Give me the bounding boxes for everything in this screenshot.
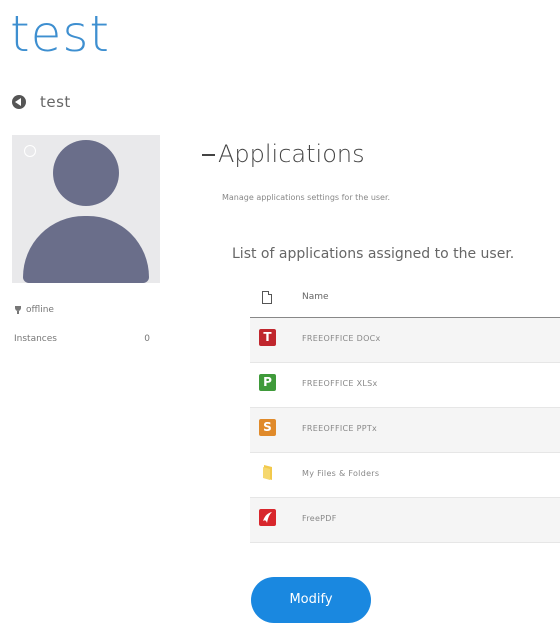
- modify-button[interactable]: Modify: [251, 577, 371, 623]
- freeoffice-planmaker-icon: P: [259, 374, 276, 391]
- plug-icon: [14, 306, 22, 314]
- back-arrow-icon[interactable]: [12, 95, 26, 109]
- page-title: test: [10, 5, 111, 63]
- list-heading: List of applications assigned to the use…: [232, 246, 515, 262]
- table-row[interactable]: P FREEOFFICE XLSx: [250, 363, 560, 408]
- applications-list: T FREEOFFICE DOCx P FREEOFFICE XLSx S FR…: [250, 318, 560, 543]
- back-link[interactable]: test: [12, 93, 71, 111]
- instances-row: Instances 0: [14, 334, 150, 344]
- folder-icon: [259, 464, 276, 481]
- app-name: FreePDF: [302, 514, 337, 523]
- user-status: offline: [14, 305, 54, 315]
- table-header: Name: [250, 283, 560, 319]
- avatar-head: [53, 140, 119, 206]
- instances-value: 0: [144, 334, 150, 344]
- table-row[interactable]: T FREEOFFICE DOCx: [250, 318, 560, 363]
- collapse-icon[interactable]: [202, 154, 215, 156]
- column-header-name[interactable]: Name: [302, 292, 329, 302]
- applications-section-toggle[interactable]: Applications: [202, 140, 365, 168]
- app-name: FREEOFFICE DOCx: [302, 334, 381, 343]
- avatar-status-icon: [24, 145, 36, 157]
- status-label: offline: [26, 305, 54, 315]
- freeoffice-presentations-icon: S: [259, 419, 276, 436]
- freeoffice-textmaker-icon: T: [259, 329, 276, 346]
- table-row[interactable]: S FREEOFFICE PPTx: [250, 408, 560, 453]
- section-title[interactable]: Applications: [218, 140, 365, 168]
- app-name: FREEOFFICE XLSx: [302, 379, 378, 388]
- table-row[interactable]: FreePDF: [250, 498, 560, 543]
- table-row[interactable]: My Files & Folders: [250, 453, 560, 498]
- freepdf-icon: [259, 509, 276, 526]
- file-icon: [262, 291, 272, 304]
- section-subtitle: Manage applications settings for the use…: [222, 193, 391, 202]
- user-avatar: [12, 135, 160, 283]
- instances-label: Instances: [14, 334, 57, 344]
- app-name: My Files & Folders: [302, 469, 380, 478]
- avatar-body: [23, 216, 149, 283]
- back-label[interactable]: test: [40, 93, 71, 111]
- app-name: FREEOFFICE PPTx: [302, 424, 378, 433]
